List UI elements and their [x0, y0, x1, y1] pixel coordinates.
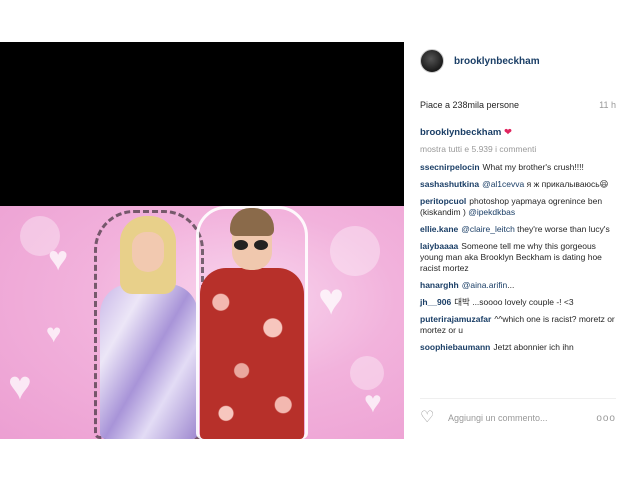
post-frame: ♥ ♥ ♥ ♥ ♥ brooklynbeckham Piace a 238mil…: [0, 42, 620, 439]
heart-decoration-icon: ♥: [48, 240, 69, 278]
owner-caption-username[interactable]: brooklynbeckham: [420, 127, 501, 138]
comment-username[interactable]: hanarghh: [420, 280, 459, 290]
post-photo: ♥ ♥ ♥ ♥ ♥: [0, 206, 404, 439]
sunglasses-icon: [234, 240, 270, 250]
likes-count[interactable]: Piace a 238mila persone: [420, 100, 519, 110]
post-side-panel: brooklynbeckham Piace a 238mila persone …: [404, 42, 620, 439]
comment-username[interactable]: sashashutkina: [420, 179, 479, 189]
red-heart-icon: ❤: [503, 127, 512, 138]
comment-item: soophiebaumann Jetzt abonnier ich ihn: [420, 342, 616, 353]
bokeh-circle: [350, 356, 384, 390]
media-black-band: [0, 42, 404, 206]
comment-username[interactable]: jh__906: [420, 297, 451, 307]
hair: [230, 208, 274, 236]
comment-text: they're worse than lucy's: [517, 224, 610, 234]
comment-item: puterirajamuzafar ^^which one is racist? …: [420, 314, 616, 336]
comment-username[interactable]: soophiebaumann: [420, 342, 490, 352]
composer-divider: [420, 398, 616, 399]
comment-item: jh__906 대박 ...soooo lovely couple -! <3: [420, 297, 616, 308]
comment-text: Jetzt abonnier ich ihn: [493, 342, 574, 352]
person-left: [92, 206, 204, 439]
bokeh-circle: [330, 226, 380, 276]
comment-username[interactable]: peritopcuol: [420, 196, 466, 206]
heart-decoration-icon: ♥: [318, 275, 345, 324]
show-all-comments-link[interactable]: mostra tutti e 5.939 i commenti: [420, 144, 536, 154]
header-username[interactable]: brooklynbeckham: [454, 56, 540, 67]
person-right: [196, 206, 308, 439]
comment-mention[interactable]: @aina.arifin: [462, 280, 507, 290]
comment-username[interactable]: puterirajamuzafar: [420, 314, 491, 324]
comment-item: ssecnirpelocin What my brother's crush!!!…: [420, 162, 616, 173]
likes-row: Piace a 238mila persone 11 h: [420, 100, 616, 110]
comment-item: hanarghh @aina.arifin...: [420, 280, 616, 291]
owner-caption: brooklynbeckham ❤: [420, 127, 512, 138]
floral-shirt: [200, 268, 304, 439]
comment-item: sashashutkina @al1cevva я ж прикалываюсь😆: [420, 179, 616, 190]
heart-outline-icon[interactable]: ♡: [420, 410, 438, 426]
metallic-dress: [100, 284, 198, 439]
comment-item: ellie.kane @claire_leitch they're worse t…: [420, 224, 616, 235]
heart-decoration-icon: ♥: [364, 386, 382, 419]
comment-item: laiybaaaa Someone tell me why this gorgeo…: [420, 241, 616, 274]
comments-list: ssecnirpelocin What my brother's crush!!!…: [420, 162, 616, 359]
post-time[interactable]: 11 h: [599, 100, 616, 110]
comment-username[interactable]: ellie.kane: [420, 224, 458, 234]
comment-mention[interactable]: @claire_leitch: [461, 224, 515, 234]
avatar[interactable]: [420, 49, 444, 73]
comment-username[interactable]: ssecnirpelocin: [420, 162, 480, 172]
comment-composer: ♡ Aggiungi un commento... ooo: [420, 408, 616, 428]
comment-text: What my brother's crush!!!!: [482, 162, 584, 172]
comment-text: ...: [507, 280, 515, 290]
comment-text: 대박 ...soooo lovely couple -! <3: [454, 297, 574, 307]
comment-text: я ж прикалываюсь😆: [526, 179, 609, 189]
face: [132, 232, 164, 272]
comment-username[interactable]: laiybaaaa: [420, 241, 458, 251]
add-comment-input[interactable]: Aggiungi un commento...: [448, 413, 596, 423]
post-media[interactable]: ♥ ♥ ♥ ♥ ♥: [0, 42, 404, 439]
comment-mention[interactable]: @ipekdkbas: [468, 207, 515, 217]
heart-decoration-icon: ♥: [8, 364, 32, 408]
comment-item: peritopcuol photoshop yapmaya ogrenince b…: [420, 196, 616, 218]
more-options-icon[interactable]: ooo: [596, 413, 616, 424]
heart-decoration-icon: ♥: [46, 318, 62, 348]
comment-mention[interactable]: @al1cevva: [482, 179, 524, 189]
post-header: brooklynbeckham: [404, 42, 620, 80]
